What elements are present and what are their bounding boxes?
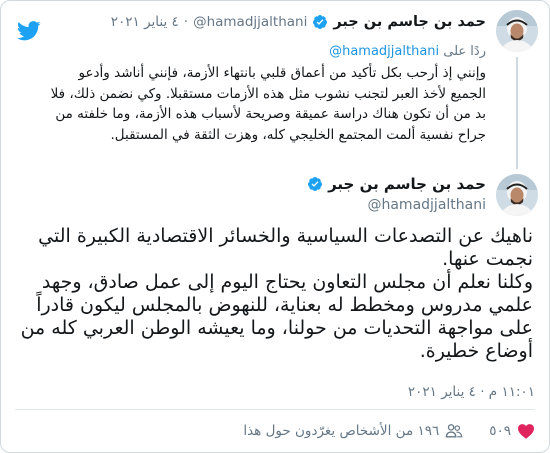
parent-tweet-text: وإنني إذ أرحب بكل تأكيد من أعماق قلبي با… <box>50 65 486 143</box>
main-display-name[interactable]: حمد بن جاسم بن جبر <box>328 175 486 193</box>
like-button[interactable]: ٥٠٩ <box>489 423 535 439</box>
parent-display-name[interactable]: حمد بن جاسم بن جبر <box>333 14 486 30</box>
parent-avatar[interactable] <box>496 10 538 52</box>
parent-header: حمد بن جاسم بن جبر @hamadjjalthani · ٤ ي… <box>111 14 486 30</box>
like-count: ٥٠٩ <box>489 423 511 439</box>
tweet-actions: ٥٠٩ ١٩٦ من الأشخاص يغرّدون حول هذا <box>243 423 535 439</box>
main-avatar[interactable] <box>496 174 538 216</box>
replying-to-line: ردًا على @hamadjjalthani <box>329 44 486 59</box>
verified-badge-icon <box>308 177 323 191</box>
thread-connector-line <box>516 57 518 169</box>
parent-date[interactable]: ٤ يناير ٢٠٢١ <box>111 14 179 30</box>
retweeters-link[interactable]: ١٩٦ من الأشخاص يغرّدون حول هذا <box>243 423 463 439</box>
verified-badge-icon <box>313 15 328 29</box>
separator-dot: · <box>183 14 189 30</box>
parent-tweet[interactable]: حمد بن جاسم بن جبر @hamadjjalthani · ٤ ي… <box>0 1 549 171</box>
main-tweet-paragraph-1: ناهيك عن التصدعات السياسية والخسائر الاق… <box>38 225 533 270</box>
retweeters-text: ١٩٦ من الأشخاص يغرّدون حول هذا <box>243 423 440 439</box>
parent-handle[interactable]: @hamadjjalthani <box>193 14 307 30</box>
heart-icon <box>518 424 534 439</box>
tweet-card: حمد بن جاسم بن جبر @hamadjjalthani · ٤ ي… <box>0 0 550 453</box>
replying-to-label: ردًا على <box>443 44 486 59</box>
replying-to-mention[interactable]: @hamadjjalthani <box>329 44 439 59</box>
twitter-bird-icon[interactable] <box>17 21 41 41</box>
main-tweet-paragraph-2: وكلنا نعلم أن مجلس التعاون يحتاج اليوم إ… <box>20 271 533 362</box>
divider <box>15 409 535 410</box>
main-tweet-text: ناهيك عن التصدعات السياسية والخسائر الاق… <box>13 225 533 363</box>
people-icon <box>445 424 463 438</box>
main-handle[interactable]: @hamadjjalthani <box>367 197 486 213</box>
main-header: حمد بن جاسم بن جبر <box>307 175 486 193</box>
main-timestamp[interactable]: ١١:٠١ م · ٤ يناير ٢٠٢١ <box>408 384 535 400</box>
person-avatar-icon <box>496 174 538 216</box>
person-avatar-icon <box>496 10 538 52</box>
